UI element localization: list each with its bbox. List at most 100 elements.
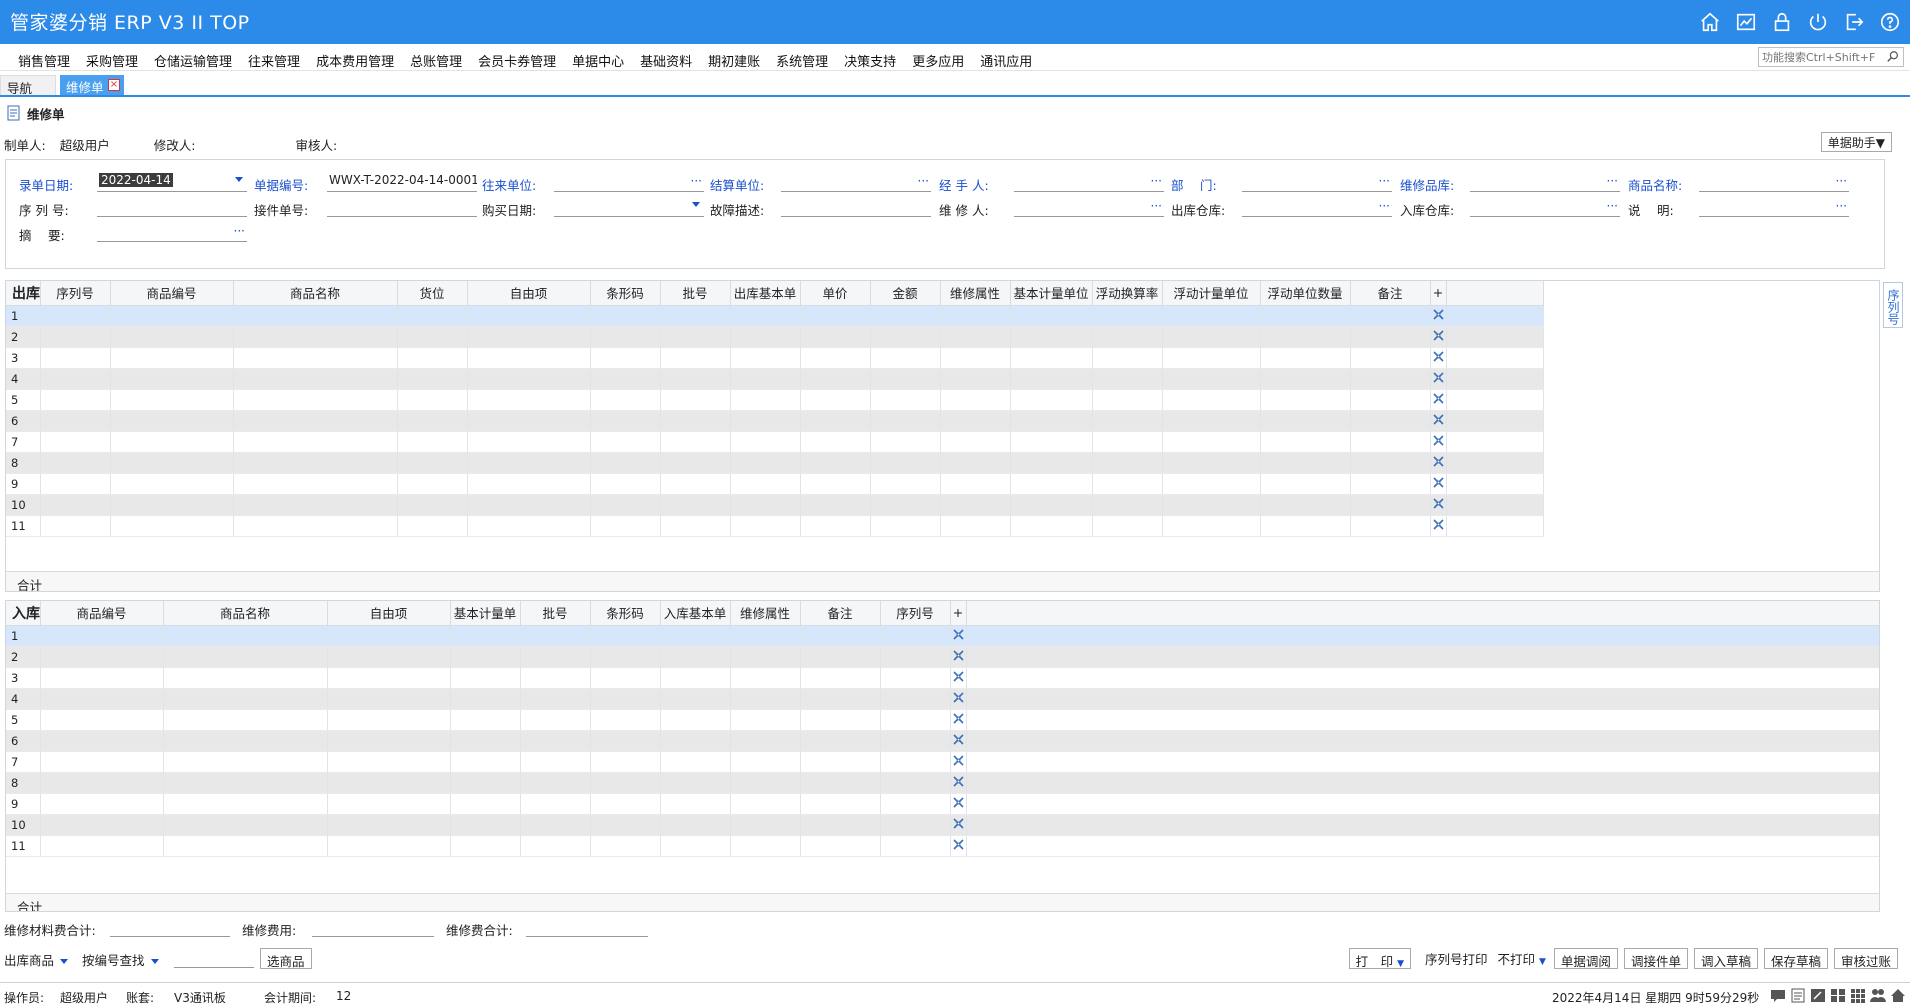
grid-cell[interactable]: [467, 515, 591, 537]
grid-cell[interactable]: [870, 347, 941, 369]
delete-row-icon[interactable]: [950, 730, 967, 752]
chevron-down-icon[interactable]: [235, 177, 243, 182]
grid-cell[interactable]: [1350, 389, 1431, 411]
grid-cell[interactable]: [730, 368, 801, 390]
more-icon[interactable]: ···: [918, 174, 929, 188]
grid-cell[interactable]: [660, 646, 731, 668]
notepad-icon[interactable]: [1790, 988, 1806, 1003]
grid-cell[interactable]: [1092, 326, 1163, 348]
grid-cell[interactable]: [1260, 431, 1351, 453]
handler-field[interactable]: ···: [1014, 173, 1164, 192]
grid-cell[interactable]: [1260, 494, 1351, 516]
grid-cell[interactable]: [800, 368, 871, 390]
outbound-column-header[interactable]: 维修属性: [940, 281, 1011, 306]
note-field[interactable]: ···: [1699, 198, 1849, 217]
grid-cell[interactable]: [590, 646, 661, 668]
grid-cell[interactable]: [110, 389, 234, 411]
goods-search-input[interactable]: [174, 967, 254, 968]
repair-fee-total-field[interactable]: [526, 936, 648, 937]
grid-cell[interactable]: [1162, 368, 1261, 390]
grid-cell[interactable]: [1010, 368, 1093, 390]
menu-item-comm[interactable]: 通讯应用: [972, 51, 1040, 70]
more-icon[interactable]: ···: [234, 224, 245, 238]
grid-cell[interactable]: [110, 326, 234, 348]
table-row[interactable]: 4: [6, 688, 1879, 710]
grid-cell[interactable]: [520, 751, 591, 773]
delete-row-icon[interactable]: [950, 835, 967, 857]
grid-cell[interactable]: [660, 326, 731, 348]
table-row[interactable]: 6: [6, 730, 1879, 752]
delete-row-icon[interactable]: [1430, 410, 1447, 432]
grid-cell[interactable]: [730, 431, 801, 453]
doc-lookup-button[interactable]: 单据调阅: [1553, 948, 1618, 969]
grid-cell[interactable]: [590, 494, 661, 516]
grid-cell[interactable]: [1260, 326, 1351, 348]
more-icon[interactable]: ···: [1379, 174, 1390, 188]
grid-cell[interactable]: [730, 389, 801, 411]
grid-cell[interactable]: [450, 835, 521, 857]
grid-cell[interactable]: [1350, 494, 1431, 516]
grid-cell[interactable]: [880, 688, 951, 710]
repairer-field[interactable]: ···: [1014, 198, 1164, 217]
grid-cell[interactable]: [800, 814, 881, 836]
grid-cell[interactable]: [1010, 326, 1093, 348]
grid-cell[interactable]: [660, 814, 731, 836]
grid-cell[interactable]: [1260, 452, 1351, 474]
grid-cell[interactable]: [110, 452, 234, 474]
grid-cell[interactable]: [450, 709, 521, 731]
grid-cell[interactable]: [110, 305, 234, 327]
grid-cell[interactable]: [590, 667, 661, 689]
grid-cell[interactable]: [467, 494, 591, 516]
grid-cell[interactable]: [660, 772, 731, 794]
inbound-column-header[interactable]: 商品名称: [163, 601, 328, 626]
grid-cell[interactable]: [660, 688, 731, 710]
grid-cell[interactable]: [1092, 473, 1163, 495]
grid-cell[interactable]: [730, 688, 801, 710]
grid-cell[interactable]: [1162, 326, 1261, 348]
grid-cell[interactable]: [590, 347, 661, 369]
outbound-column-header[interactable]: 备注: [1350, 281, 1431, 306]
grid-cell[interactable]: [590, 814, 661, 836]
grid-cell[interactable]: [940, 305, 1011, 327]
grid-cell[interactable]: [233, 410, 398, 432]
grid-cell[interactable]: [1350, 452, 1431, 474]
search-by-select[interactable]: 按编号查找: [82, 950, 159, 970]
table-row[interactable]: 1: [6, 625, 1879, 647]
grid-cell[interactable]: [590, 452, 661, 474]
print-button[interactable]: 打 印 ▼: [1348, 948, 1411, 969]
grid-cell[interactable]: [163, 814, 328, 836]
menu-item-more[interactable]: 更多应用: [904, 51, 972, 70]
grid-cell[interactable]: [520, 814, 591, 836]
delete-row-icon[interactable]: [1430, 389, 1447, 411]
serial-field[interactable]: [97, 198, 247, 217]
grid-cell[interactable]: [40, 494, 111, 516]
more-icon[interactable]: ···: [1607, 199, 1618, 213]
grid-cell[interactable]: [590, 688, 661, 710]
grid-cell[interactable]: [163, 751, 328, 773]
grid-cell[interactable]: [40, 389, 111, 411]
outbound-column-header[interactable]: 批号: [660, 281, 731, 306]
grid-cell[interactable]: [880, 814, 951, 836]
grid-cell[interactable]: [1260, 473, 1351, 495]
grid-cell[interactable]: [520, 625, 591, 647]
grid-cell[interactable]: [1092, 515, 1163, 537]
grid-cell[interactable]: [467, 305, 591, 327]
grid-cell[interactable]: [800, 431, 871, 453]
grid-cell[interactable]: [870, 368, 941, 390]
table-row[interactable]: 6: [6, 410, 1544, 432]
grid-cell[interactable]: [940, 368, 1011, 390]
grid-cell[interactable]: [520, 709, 591, 731]
grid-cell[interactable]: [1162, 347, 1261, 369]
grid-cell[interactable]: [327, 625, 451, 647]
grid-cell[interactable]: [520, 772, 591, 794]
inbound-column-header[interactable]: 条形码: [590, 601, 661, 626]
grid-cell[interactable]: [800, 646, 881, 668]
grid-cell[interactable]: [1010, 452, 1093, 474]
outbound-column-header[interactable]: 金额: [870, 281, 941, 306]
grid-icon[interactable]: [1830, 988, 1846, 1003]
dept-field[interactable]: ···: [1242, 173, 1392, 192]
grid-cell[interactable]: [110, 410, 234, 432]
grid-cell[interactable]: [233, 515, 398, 537]
grid-cell[interactable]: [800, 751, 881, 773]
grid-cell[interactable]: [940, 410, 1011, 432]
